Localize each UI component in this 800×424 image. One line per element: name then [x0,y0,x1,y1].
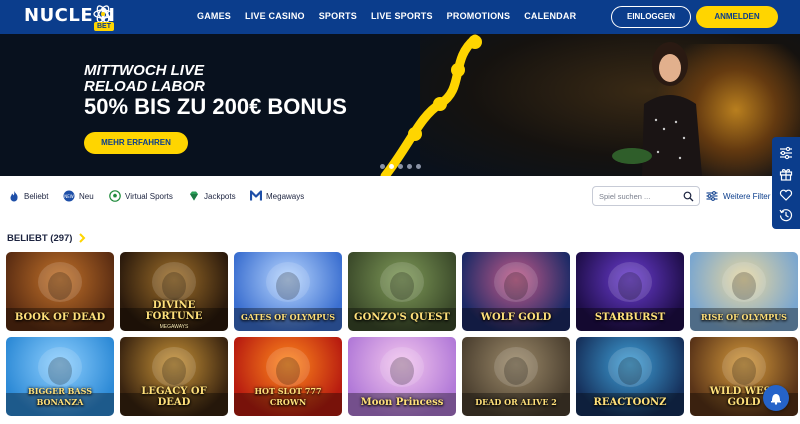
carousel-dot[interactable] [398,164,403,169]
filter-popular[interactable]: Beliebt [8,186,48,206]
chevron-right-icon[interactable] [78,233,86,243]
hero-title-line1: MITTWOCH LIVE [84,62,204,79]
carousel-dot-active[interactable] [389,164,394,169]
carousel-dot[interactable] [380,164,385,169]
more-filters-label: Weitere Filter [723,191,771,201]
top-header: NUCLE N BET GAMES LIVE CASINO SPORTS LIV… [0,0,800,34]
game-search-input[interactable] [599,189,679,204]
main-nav: GAMES LIVE CASINO SPORTS LIVE SPORTS PRO… [197,11,576,25]
section-title: BELIEBT (297) [7,232,73,244]
filter-megaways[interactable]: Megaways [250,186,304,206]
filter-label: Megaways [266,191,305,201]
filter-label: Virtual Sports [125,191,173,201]
game-tile[interactable]: STARBURST [576,252,684,331]
side-toolbar [772,137,800,229]
filter-virtual-sports[interactable]: Virtual Sports [109,186,173,206]
gift-icon[interactable] [779,167,793,181]
yellow-molecule-graphic [380,34,482,176]
game-title: DIVINE FORTUNE [145,300,203,322]
game-tile[interactable]: BIGGER BASS BONANZA [6,337,114,416]
game-tile[interactable]: LEGACY OF DEAD [120,337,228,416]
register-button[interactable]: ANMELDEN [696,6,778,28]
game-title: Moon Princess [360,397,444,408]
megaways-m-icon [250,190,262,201]
game-title: BIGGER BASS BONANZA [27,386,93,407]
sliders-icon[interactable] [779,146,793,160]
nav-calendar[interactable]: CALENDAR [524,11,576,25]
game-title: DEAD OR ALIVE 2 [475,397,557,407]
game-tile[interactable]: HOT SLOT 777 CROWN [234,337,342,416]
history-icon[interactable] [779,208,793,222]
filter-label: Beliebt [24,191,49,201]
more-filters-button[interactable]: Weitere Filter [706,186,770,206]
new-badge-icon: NEW [63,190,75,202]
game-tile[interactable]: REACTOONZ [576,337,684,416]
flame-icon [10,191,18,202]
login-button[interactable]: EINLOGGEN [611,6,691,28]
game-tile[interactable]: RISE OF OLYMPUS [690,252,798,331]
search-icon[interactable] [683,191,694,202]
game-title: REACTOONZ [593,397,667,408]
filter-label: Jackpots [204,191,236,201]
hero-more-info-button[interactable]: MEHR ERFAHREN [84,132,188,154]
nav-sports[interactable]: SPORTS [319,11,357,25]
carousel-dots [380,164,421,169]
game-tile[interactable]: BOOK OF DEAD [6,252,114,331]
game-tile[interactable]: WOLF GOLD [462,252,570,331]
game-tile[interactable]: Moon Princess [348,337,456,416]
game-tile[interactable]: GONZO'S QUEST [348,252,456,331]
hero-title-line2: RELOAD LABOR [84,78,205,95]
chat-support-button[interactable] [763,385,789,411]
game-title: RISE OF OLYMPUS [701,312,787,322]
game-subtitle: MEGAWAYS [159,324,189,330]
nav-live-sports[interactable]: LIVE SPORTS [371,11,433,25]
filter-label: Neu [79,191,94,201]
nav-live-casino[interactable]: LIVE CASINO [245,11,305,25]
chat-bell-icon [771,394,781,405]
soccer-ball-icon [109,190,121,202]
game-tile[interactable]: DIVINE FORTUNE MEGAWAYS [120,252,228,331]
game-title: BOOK OF DEAD [14,312,106,323]
game-title: LEGACY OF DEAD [141,386,207,408]
hero-banner[interactable]: MITTWOCH LIVE RELOAD LABOR 50% BIS ZU 20… [0,34,800,176]
game-title: WOLF GOLD [480,312,552,323]
nucleon-bet-logo[interactable]: NUCLE N BET [24,2,124,32]
carousel-dot[interactable] [416,164,421,169]
game-title: GATES OF OLYMPUS [240,312,336,322]
carousel-dot[interactable] [407,164,412,169]
diamond-icon [190,191,198,201]
filter-sliders-icon [706,191,718,201]
nav-promotions[interactable]: PROMOTIONS [447,11,511,25]
filter-jackpots[interactable]: Jackpots [188,186,236,206]
game-title: HOT SLOT 777 CROWN [254,386,322,407]
filter-new[interactable]: NEW Neu [63,186,94,206]
logo-badge: BET [94,22,114,31]
game-tile[interactable]: GATES OF OLYMPUS [234,252,342,331]
game-title: GONZO'S QUEST [354,312,450,323]
svg-text:NEW: NEW [64,194,74,199]
section-header-popular[interactable]: BELIEBT (297) [7,232,86,244]
atom-icon [93,5,113,23]
filter-bar: Beliebt NEW Neu Virtual Sports Jackpots … [0,186,800,208]
nav-games[interactable]: GAMES [197,11,231,25]
hero-dealer-figure [612,42,702,176]
game-search-field[interactable] [592,186,700,206]
game-title: STARBURST [594,312,666,323]
hero-bonus-text: 50% BIS ZU 200€ BONUS [84,94,347,119]
game-tile[interactable]: DEAD OR ALIVE 2 [462,337,570,416]
